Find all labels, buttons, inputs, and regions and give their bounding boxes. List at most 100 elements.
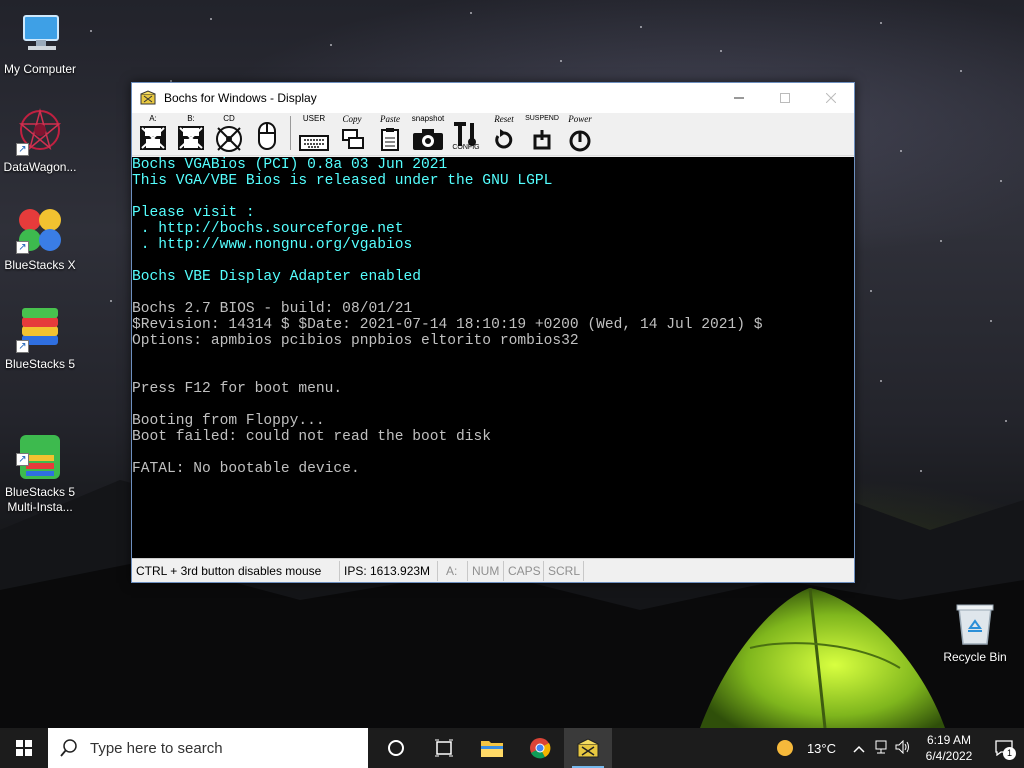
notification-center-button[interactable]: 1 bbox=[984, 728, 1024, 768]
floppy-b-label: B: bbox=[187, 114, 195, 123]
task-view-button[interactable] bbox=[420, 728, 468, 768]
keyboard-icon bbox=[299, 135, 329, 151]
floppy-disk-icon bbox=[140, 126, 166, 150]
window-title: Bochs for Windows - Display bbox=[164, 91, 317, 105]
sun-icon bbox=[776, 740, 793, 756]
reset-button[interactable]: Reset bbox=[485, 114, 523, 152]
console-line: . http://bochs.sourceforge.net bbox=[132, 221, 404, 237]
chrome-icon bbox=[530, 738, 551, 759]
floppy-a-label: A: bbox=[149, 114, 157, 123]
user-label: USER bbox=[302, 114, 326, 123]
emulator-display[interactable]: Bochs VGABios (PCI) 0.8a 03 Jun 2021 This… bbox=[132, 157, 854, 558]
bluestacks-multi-instance-icon: ↗ bbox=[16, 418, 64, 479]
clock-date: 6/4/2022 bbox=[925, 749, 973, 763]
network-button[interactable] bbox=[870, 740, 892, 757]
cortana-circle-icon bbox=[388, 740, 404, 756]
desktop-icon-label: BlueStacks 5 Multi-Insta... bbox=[4, 485, 76, 514]
bochs-window: Bochs for Windows - Display A: B: CD USE… bbox=[131, 82, 855, 583]
desktop-icon-my-computer[interactable]: My Computer bbox=[0, 10, 80, 77]
window-titlebar[interactable]: Bochs for Windows - Display bbox=[132, 83, 854, 113]
bochs-toolbar: A: B: CD USER Copy Paste snapshot CONFIG… bbox=[132, 113, 854, 156]
status-drive: A: bbox=[438, 560, 468, 581]
task-view-icon bbox=[435, 739, 453, 757]
desktop-icon-label: DataWagon... bbox=[3, 160, 77, 174]
console-line: FATAL: No bootable device. bbox=[132, 461, 360, 477]
maximize-button[interactable] bbox=[762, 83, 808, 113]
glowing-tent bbox=[700, 587, 945, 728]
paste-icon bbox=[381, 128, 399, 151]
status-bar: CTRL + 3rd button disables mouse IPS: 16… bbox=[132, 558, 854, 582]
copy-icon bbox=[342, 129, 364, 149]
shortcut-arrow-icon: ↗ bbox=[16, 453, 29, 466]
windows-logo-icon bbox=[16, 740, 32, 756]
cdrom-label: CD bbox=[223, 114, 235, 123]
desktop-icon-recycle-bin[interactable]: Recycle Bin bbox=[938, 602, 1012, 664]
toolbar-separator bbox=[290, 115, 291, 150]
taskbar-search-box[interactable]: Type here to search bbox=[48, 728, 368, 768]
chrome-button[interactable] bbox=[516, 728, 564, 768]
recycle-bin-icon bbox=[955, 602, 995, 646]
console-line: Boot failed: could not read the boot dis… bbox=[132, 429, 492, 445]
start-button[interactable] bbox=[0, 728, 48, 768]
console-line: Options: apmbios pcibios pnpbios eltorit… bbox=[132, 333, 579, 349]
bochs-app-icon bbox=[577, 738, 599, 758]
suspend-button[interactable]: SUSPEND bbox=[523, 114, 561, 152]
shortcut-arrow-icon: ↗ bbox=[16, 143, 29, 156]
weather-widget[interactable]: 13°C bbox=[775, 738, 836, 758]
desktop-icon-bluestacks-multi[interactable]: ↗ BlueStacks 5 Multi-Insta... bbox=[0, 403, 80, 530]
copy-button[interactable]: Copy bbox=[333, 114, 371, 152]
weather-temperature: 13°C bbox=[806, 740, 836, 756]
bluestacks-x-icon: ↗ bbox=[16, 206, 64, 254]
computer-icon bbox=[16, 10, 64, 58]
desktop-icon-label: My Computer bbox=[3, 62, 77, 76]
desktop-icon-bluestacks-x[interactable]: ↗ BlueStacks X bbox=[0, 206, 80, 273]
console-line: Press F12 for boot menu. bbox=[132, 381, 343, 397]
paste-button[interactable]: Paste bbox=[371, 114, 409, 152]
snapshot-label: snapshot bbox=[411, 114, 445, 123]
reset-label: Reset bbox=[494, 114, 514, 124]
clock-time: 6:19 AM bbox=[926, 733, 972, 747]
close-button[interactable] bbox=[808, 83, 854, 113]
floppy-a-button[interactable]: A: bbox=[134, 114, 172, 152]
file-explorer-button[interactable] bbox=[468, 728, 516, 768]
console-line: $Revision: 14314 $ $Date: 2021-07-14 18:… bbox=[132, 317, 763, 333]
desktop-icon-label: BlueStacks X bbox=[4, 258, 76, 272]
bochs-taskbar-button[interactable] bbox=[564, 728, 612, 768]
cortana-button[interactable] bbox=[372, 728, 420, 768]
snapshot-button[interactable]: snapshot bbox=[409, 114, 447, 152]
shortcut-arrow-icon: ↗ bbox=[16, 340, 29, 353]
cdrom-button[interactable]: CD bbox=[210, 114, 248, 152]
console-line: Bochs VGABios (PCI) 0.8a 03 Jun 2021 bbox=[132, 157, 448, 173]
minimize-button[interactable] bbox=[716, 83, 762, 113]
power-label: Power bbox=[568, 114, 592, 124]
console-line: Please visit : bbox=[132, 205, 255, 221]
mouse-icon bbox=[258, 122, 276, 150]
config-button[interactable]: CONFIG bbox=[447, 114, 485, 152]
status-mouse-hint: CTRL + 3rd button disables mouse bbox=[132, 560, 340, 581]
clock[interactable]: 6:19 AM 6/4/2022 bbox=[914, 732, 984, 764]
volume-button[interactable] bbox=[892, 739, 914, 757]
config-label: CONFIG bbox=[452, 144, 480, 151]
search-icon bbox=[60, 739, 77, 757]
desktop-icon-bluestacks-5[interactable]: ↗ BlueStacks 5 bbox=[0, 305, 80, 372]
user-button[interactable]: USER bbox=[295, 114, 333, 152]
minimize-icon bbox=[734, 97, 744, 99]
bluestacks-5-icon: ↗ bbox=[16, 305, 64, 353]
taskbar: Type here to search 13°C 6:19 AM 6/4/202… bbox=[0, 728, 1024, 768]
network-icon bbox=[875, 740, 887, 753]
close-icon bbox=[826, 93, 836, 103]
desktop-icon-datawagon[interactable]: ↗ DataWagon... bbox=[0, 108, 80, 175]
paste-label: Paste bbox=[380, 114, 400, 124]
show-hidden-icons-button[interactable] bbox=[848, 741, 870, 756]
suspend-label: SUSPEND bbox=[525, 115, 559, 122]
search-placeholder: Type here to search bbox=[90, 739, 223, 757]
bochs-app-icon bbox=[140, 90, 156, 105]
mouse-button[interactable] bbox=[248, 114, 286, 152]
power-button[interactable]: Power bbox=[561, 114, 599, 152]
floppy-b-button[interactable]: B: bbox=[172, 114, 210, 152]
